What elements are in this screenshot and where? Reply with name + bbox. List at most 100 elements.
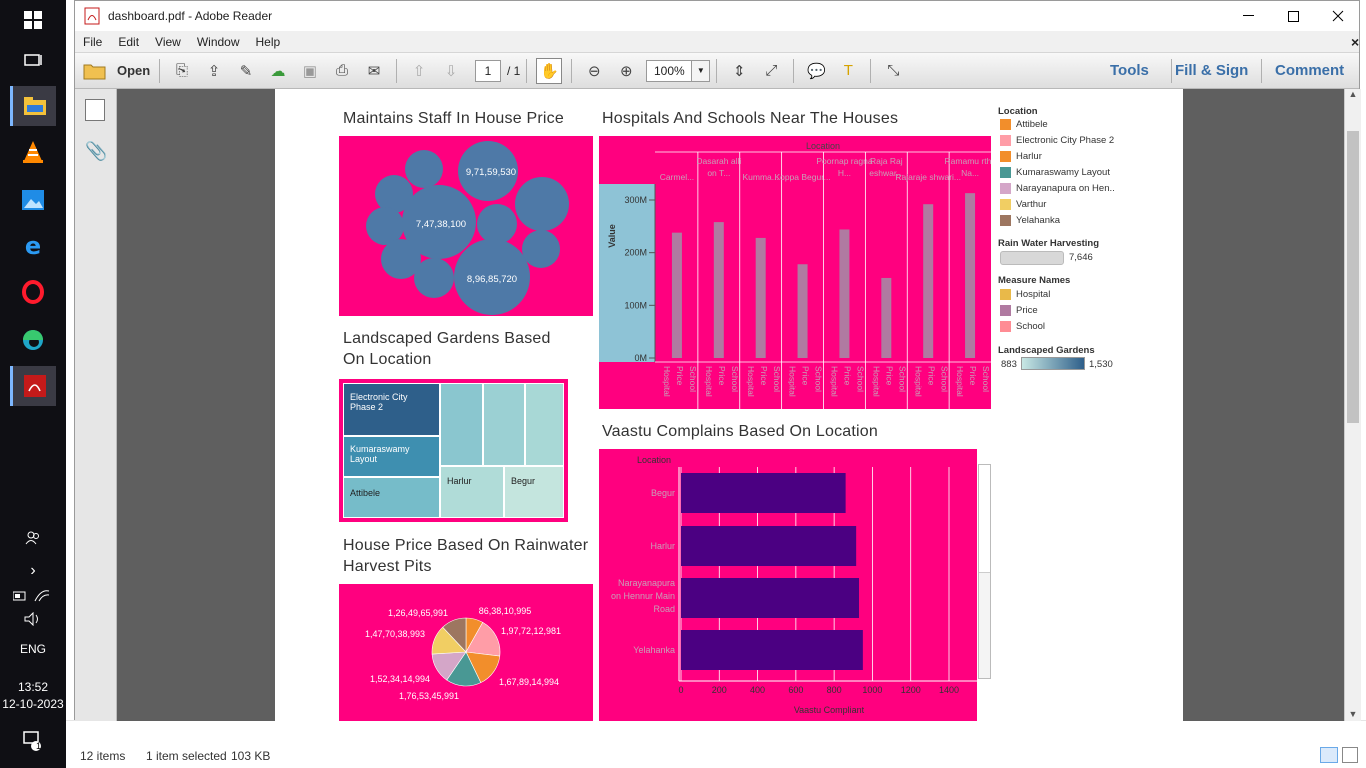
start-icon[interactable] [10,0,56,40]
bubble[interactable] [405,150,443,188]
bubble[interactable] [414,258,454,298]
selected-count: 1 item selected [146,749,227,763]
volume-icon[interactable] [0,611,66,629]
legend-location-item[interactable]: Yelahanka [1000,215,1060,226]
bar-price[interactable] [965,193,976,358]
file-explorer-icon[interactable] [10,86,56,126]
bar-price[interactable] [839,229,850,358]
zoom-dropdown-icon[interactable]: ▼ [692,59,711,82]
fit-width-icon[interactable]: ⤢ [758,58,784,84]
maximize-button[interactable] [1278,5,1308,27]
language-indicator[interactable]: ENG [0,642,66,656]
treemap-tile-a[interactable] [440,383,483,466]
chevron-right-icon[interactable]: › [0,562,66,580]
x-tick-label: 1400 [939,685,959,695]
clock-date[interactable]: 12-10-2023 [0,697,66,711]
edge-icon[interactable] [10,320,56,360]
large-icons-view-icon[interactable] [1342,747,1358,763]
scroll-up-arrow[interactable]: ▲ [1345,89,1361,103]
adobe-reader-icon[interactable] [10,366,56,406]
export-pdf-icon[interactable]: ⇪ [201,58,227,84]
close-window-button[interactable] [1323,5,1353,27]
legend-location-item[interactable]: Kumaraswamy Layout [1000,167,1110,178]
hbar[interactable] [681,473,846,513]
internet-explorer-icon[interactable]: e [10,226,56,266]
hbar-scroll-thumb[interactable] [979,465,990,573]
legend-location-item[interactable]: Harlur [1000,151,1042,162]
next-page-icon[interactable]: ⇩ [438,58,464,84]
treemap-tile-attibele[interactable]: Attibele [343,477,440,518]
notification-icon[interactable]: 1 [0,730,66,755]
close-document-button[interactable]: × [1351,34,1359,50]
treemap-tile-kumaraswamy[interactable]: Kumaraswamy Layout [343,436,440,477]
bar-price[interactable] [797,264,808,358]
comment-pane-link[interactable]: Comment [1275,62,1344,79]
bar-price[interactable] [881,277,892,358]
bubble[interactable] [477,204,517,244]
battery-network-icons[interactable] [0,589,66,606]
legend-location-item[interactable]: Electronic City Phase 2 [1000,135,1114,146]
sticky-note-icon[interactable]: 💬 [803,58,829,84]
people-icon[interactable] [0,530,66,549]
opera-icon[interactable] [10,272,56,312]
bar-price[interactable] [923,204,934,358]
hbar-scrollbar[interactable] [978,464,991,679]
legend-location-item[interactable]: Varthur [1000,199,1046,210]
treemap-tile-begur[interactable]: Begur [504,466,564,518]
hand-tool-icon[interactable]: ✋ [536,57,563,84]
menu-help[interactable]: Help [256,35,281,49]
page-number-input[interactable]: 1 [475,59,501,82]
hbar[interactable] [681,578,860,618]
print-icon[interactable]: ⎙ [329,58,355,84]
scroll-down-arrow[interactable]: ▼ [1345,709,1361,719]
tools-pane-link[interactable]: Tools [1110,62,1149,79]
task-view-icon[interactable] [10,40,56,80]
menu-file[interactable]: File [83,35,102,49]
attachments-icon[interactable]: 📎 [85,141,107,162]
highlight-text-icon[interactable]: T [835,58,861,84]
legend-measure-item[interactable]: School [1000,321,1045,332]
legend-location-item[interactable]: Narayanapura on Hen.. [1000,183,1115,194]
read-mode-icon[interactable]: ⤡ [880,58,906,84]
treemap-tile-c[interactable] [525,383,564,466]
vlc-icon[interactable] [10,132,56,172]
photos-icon[interactable] [10,180,56,220]
details-view-icon[interactable] [1320,747,1338,763]
hbar[interactable] [681,526,857,566]
treemap-tile-harlur[interactable]: Harlur [440,466,504,518]
menu-window[interactable]: Window [197,35,240,49]
menu-view[interactable]: View [155,35,181,49]
upload-cloud-icon[interactable]: ☁ [265,58,291,84]
clock-time[interactable]: 13:52 [0,680,66,694]
column-label: Ramamu rthy [945,156,991,166]
fill-sign-pane-link[interactable]: Fill & Sign [1175,62,1248,79]
menu-edit[interactable]: Edit [118,35,139,49]
legend-label: Attibele [1016,119,1048,130]
bubble[interactable] [515,177,569,231]
save-icon[interactable]: ▣ [297,58,323,84]
legend-measure-item[interactable]: Price [1000,305,1038,316]
minimize-button[interactable] [1233,5,1263,27]
open-button[interactable]: Open [83,62,153,80]
bubble[interactable] [522,230,560,268]
page-thumbnails-icon[interactable] [85,99,105,121]
zoom-field[interactable]: 100% [646,59,693,82]
bar-price[interactable] [713,222,724,358]
zoom-in-icon[interactable]: ⊕ [613,58,639,84]
create-pdf-icon[interactable]: ⎘ [169,58,195,84]
document-scrollbar[interactable]: ▲ ▼ [1344,89,1361,721]
legend-location-item[interactable]: Attibele [1000,119,1048,130]
bar-price[interactable] [671,232,682,358]
email-icon[interactable]: ✉ [361,58,387,84]
legend-measure-item[interactable]: Hospital [1000,289,1050,300]
bar-price[interactable] [755,237,766,358]
treemap-tile-b[interactable] [483,383,525,466]
previous-page-icon[interactable]: ⇧ [406,58,432,84]
treemap-tile-electronic-city[interactable]: Electronic City Phase 2 [343,383,440,436]
x-tick-label: 800 [827,685,842,695]
zoom-out-icon[interactable]: ⊖ [581,58,607,84]
fit-page-icon[interactable]: ⇕ [726,58,752,84]
edit-pdf-icon[interactable]: ✎ [233,58,259,84]
scroll-thumb[interactable] [1347,131,1359,423]
hbar[interactable] [681,630,863,670]
